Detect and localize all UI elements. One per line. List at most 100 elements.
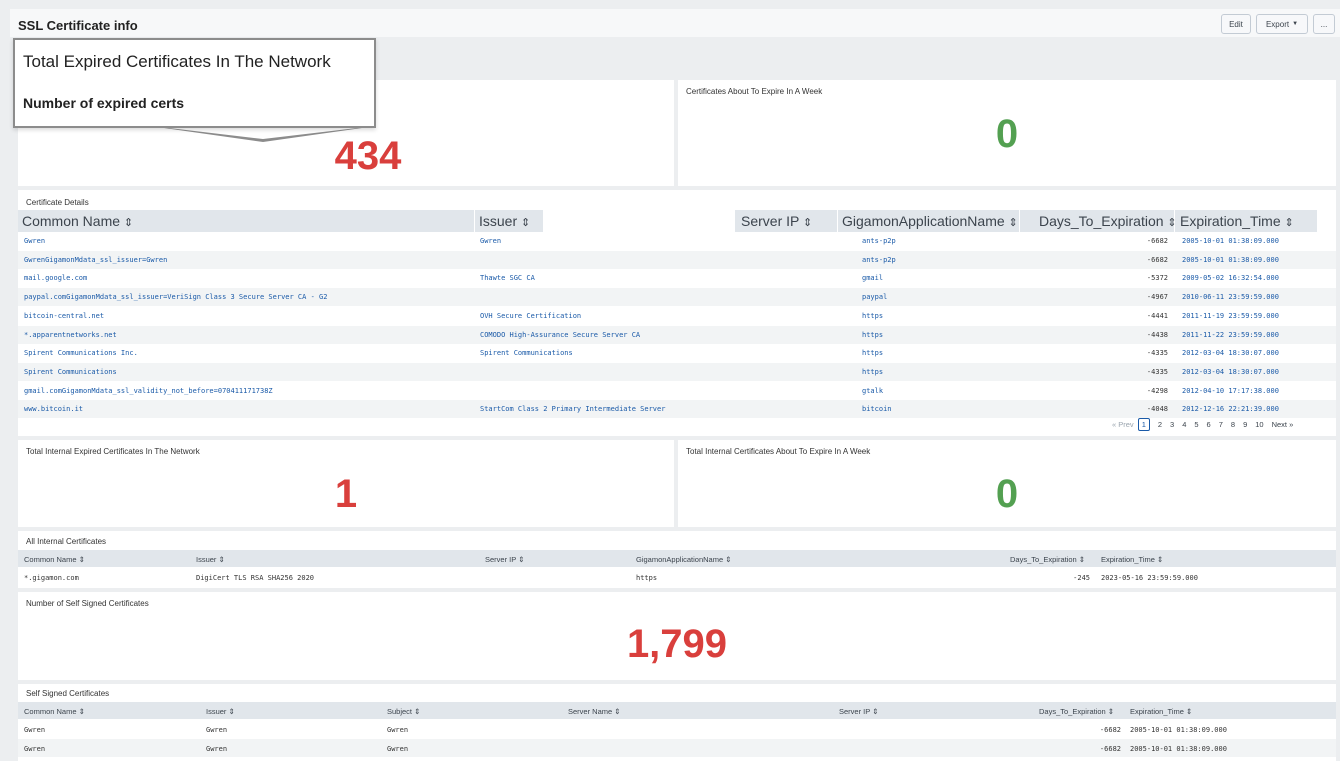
column-header-issuer[interactable]: Issuer ⇕ xyxy=(479,213,530,229)
cell-expiration[interactable]: 2005-10-01 01:38:09.000 xyxy=(1130,745,1227,753)
cell-days[interactable]: -4298 xyxy=(1130,387,1168,395)
cell-common-name[interactable]: GwrenGigamonMdata_ssl_issuer=Gwren xyxy=(24,256,167,264)
pager-page-8[interactable]: 8 xyxy=(1231,420,1235,429)
cell-application[interactable]: paypal xyxy=(862,293,887,301)
cell-expiration[interactable]: 2012-12-16 22:21:39.000 xyxy=(1182,405,1279,413)
column-header-application[interactable]: GigamonApplicationName ⇕ xyxy=(636,555,732,564)
pager-next[interactable]: Next » xyxy=(1272,420,1294,429)
cell-common-name[interactable]: mail.google.com xyxy=(24,274,87,282)
column-header-subject[interactable]: Subject ⇕ xyxy=(387,707,420,716)
cell-common-name[interactable]: Gwren xyxy=(24,237,45,245)
cell-application[interactable]: ants-p2p xyxy=(862,237,896,245)
internal-expired-count[interactable]: 1 xyxy=(18,472,674,517)
column-header-days[interactable]: Days_To_Expiration ⇕ xyxy=(1039,707,1114,716)
cell-expiration[interactable]: 2010-06-11 23:59:59.000 xyxy=(1182,293,1279,301)
cell-expiration[interactable]: 2005-10-01 01:38:09.000 xyxy=(1182,256,1279,264)
cell-expiration[interactable]: 2009-05-02 16:32:54.000 xyxy=(1182,274,1279,282)
export-button[interactable]: Export ▼ xyxy=(1256,14,1308,34)
cell-days[interactable]: -6682 xyxy=(1085,745,1121,753)
cell-issuer[interactable]: Gwren xyxy=(206,745,227,753)
cell-subject[interactable]: Gwren xyxy=(387,726,408,734)
cell-common-name[interactable]: Gwren xyxy=(24,745,45,753)
cell-days[interactable]: -4441 xyxy=(1130,312,1168,320)
column-header-server-ip[interactable]: Server IP ⇕ xyxy=(741,213,812,229)
cell-common-name[interactable]: *.gigamon.com xyxy=(24,574,79,582)
cell-application[interactable]: bitcoin xyxy=(862,405,892,413)
cell-application[interactable]: ants-p2p xyxy=(862,256,896,264)
cell-days[interactable]: -5372 xyxy=(1130,274,1168,282)
pager-page-5[interactable]: 5 xyxy=(1194,420,1198,429)
column-header-expiration[interactable]: Expiration_Time ⇕ xyxy=(1101,555,1163,564)
pager-prev[interactable]: « Prev xyxy=(1112,420,1134,429)
cell-application[interactable]: https xyxy=(862,349,883,357)
cell-common-name[interactable]: bitcoin-central.net xyxy=(24,312,104,320)
internal-week-count[interactable]: 0 xyxy=(678,472,1336,517)
column-header-days[interactable]: Days_To_Expiration ⇕ xyxy=(1010,555,1085,564)
week-expire-count[interactable]: 0 xyxy=(678,112,1336,157)
pager-page-7[interactable]: 7 xyxy=(1219,420,1223,429)
cell-common-name[interactable]: Gwren xyxy=(24,726,45,734)
cell-expiration[interactable]: 2011-11-19 23:59:59.000 xyxy=(1182,312,1279,320)
cell-days[interactable]: -4048 xyxy=(1130,405,1168,413)
cell-common-name[interactable]: *.apparentnetworks.net xyxy=(24,331,117,339)
cell-issuer[interactable]: Gwren xyxy=(206,726,227,734)
cell-common-name[interactable]: Spirent Communications Inc. xyxy=(24,349,138,357)
column-header-days[interactable]: Days_To_Expiration ⇕ xyxy=(1039,213,1177,229)
cell-expiration[interactable]: 2005-10-01 01:38:09.000 xyxy=(1182,237,1279,245)
cell-days[interactable]: -245 xyxy=(1060,574,1090,582)
cell-application[interactable]: https xyxy=(636,574,657,582)
cell-issuer[interactable]: Spirent Communications xyxy=(480,349,573,357)
cell-issuer[interactable]: Thawte SGC CA xyxy=(480,274,535,282)
cell-issuer[interactable]: Gwren xyxy=(480,237,501,245)
column-header-common-name[interactable]: Common Name ⇕ xyxy=(24,707,85,716)
pager-page-2[interactable]: 2 xyxy=(1158,420,1162,429)
column-header-common-name[interactable]: Common Name ⇕ xyxy=(24,555,85,564)
pager-page-1[interactable]: 1 xyxy=(1137,418,1150,431)
cell-days[interactable]: -4335 xyxy=(1130,368,1168,376)
cell-days[interactable]: -6682 xyxy=(1085,726,1121,734)
cell-days[interactable]: -6682 xyxy=(1130,256,1168,264)
cell-issuer[interactable]: DigiCert TLS RSA SHA256 2020 xyxy=(196,574,314,582)
cell-issuer[interactable]: StartCom Class 2 Primary Intermediate Se… xyxy=(480,405,665,413)
cell-subject[interactable]: Gwren xyxy=(387,745,408,753)
cell-days[interactable]: -4967 xyxy=(1130,293,1168,301)
cell-application[interactable]: https xyxy=(862,368,883,376)
column-header-issuer[interactable]: Issuer ⇕ xyxy=(206,707,235,716)
cell-expiration[interactable]: 2011-11-22 23:59:59.000 xyxy=(1182,331,1279,339)
column-header-issuer[interactable]: Issuer ⇕ xyxy=(196,555,225,564)
more-button[interactable]: ... xyxy=(1313,14,1335,34)
cell-expiration[interactable]: 2023-05-16 23:59:59.000 xyxy=(1101,574,1198,582)
cell-expiration[interactable]: 2012-03-04 18:30:07.000 xyxy=(1182,349,1279,357)
pager-page-3[interactable]: 3 xyxy=(1170,420,1174,429)
column-header-common-name[interactable]: Common Name ⇕ xyxy=(22,213,133,229)
edit-button[interactable]: Edit xyxy=(1221,14,1251,34)
cell-application[interactable]: https xyxy=(862,331,883,339)
cell-days[interactable]: -4335 xyxy=(1130,349,1168,357)
cell-common-name[interactable]: Spirent Communications xyxy=(24,368,117,376)
column-header-server-name[interactable]: Server Name ⇕ xyxy=(568,707,621,716)
cell-issuer[interactable]: COMODO High-Assurance Secure Server CA xyxy=(480,331,640,339)
cell-expiration[interactable]: 2005-10-01 01:38:09.000 xyxy=(1130,726,1227,734)
cell-common-name[interactable]: paypal.comGigamonMdata_ssl_issuer=VeriSi… xyxy=(24,293,327,301)
cell-common-name[interactable]: www.bitcoin.it xyxy=(24,405,83,413)
cell-common-name[interactable]: gmail.comGigamonMdata_ssl_validity_not_b… xyxy=(24,387,273,395)
cell-days[interactable]: -6682 xyxy=(1130,237,1168,245)
column-header-server-ip[interactable]: Server IP ⇕ xyxy=(839,707,879,716)
pager-page-10[interactable]: 10 xyxy=(1255,420,1263,429)
column-header-expiration[interactable]: Expiration_Time ⇕ xyxy=(1130,707,1192,716)
pager-page-6[interactable]: 6 xyxy=(1207,420,1211,429)
column-header-application[interactable]: GigamonApplicationName ⇕ xyxy=(842,213,1018,229)
sort-icon: ⇕ xyxy=(1167,217,1177,229)
pager-page-4[interactable]: 4 xyxy=(1182,420,1186,429)
cell-application[interactable]: gmail xyxy=(862,274,883,282)
cell-application[interactable]: gtalk xyxy=(862,387,883,395)
pager-page-9[interactable]: 9 xyxy=(1243,420,1247,429)
cell-expiration[interactable]: 2012-03-04 18:30:07.000 xyxy=(1182,368,1279,376)
cell-application[interactable]: https xyxy=(862,312,883,320)
column-header-server-ip[interactable]: Server IP ⇕ xyxy=(485,555,525,564)
cell-issuer[interactable]: OVH Secure Certification xyxy=(480,312,581,320)
selfsigned-count[interactable]: 1,799 xyxy=(18,622,1336,667)
cell-days[interactable]: -4438 xyxy=(1130,331,1168,339)
cell-expiration[interactable]: 2012-04-10 17:17:38.000 xyxy=(1182,387,1279,395)
column-header-expiration[interactable]: Expiration_Time ⇕ xyxy=(1180,213,1294,229)
